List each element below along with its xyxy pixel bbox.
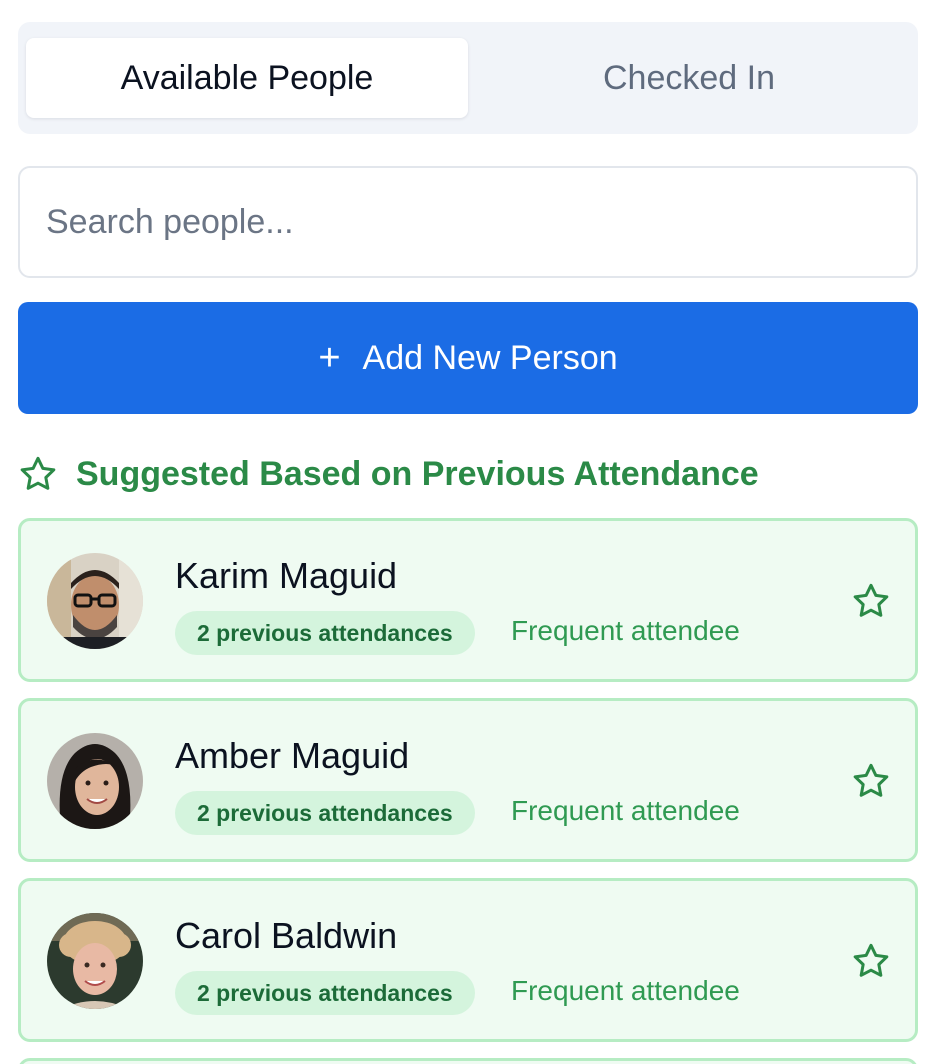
suggested-title: Suggested Based on Previous Attendance [76,454,759,493]
person-card[interactable]: Carol Baldwin 2 previous attendances Fre… [18,878,918,1042]
person-name: Amber Maguid [175,735,410,776]
tab-switcher: Available People Checked In [18,22,918,134]
frequent-attendee-label: Frequent attendee [511,975,740,1006]
suggested-section-heading: Suggested Based on Previous Attendance [18,452,759,496]
person-name: Karim Maguid [175,555,398,596]
attendance-badge: 2 previous attendances [175,791,475,835]
star-outline-icon [20,456,56,490]
tab-available-people[interactable]: Available People [26,38,468,118]
attendance-badge: 2 previous attendances [175,611,475,655]
avatar [47,553,143,649]
favorite-star-icon[interactable] [849,939,893,983]
plus-icon: + [318,337,341,379]
person-card-partial[interactable] [18,1058,918,1064]
add-new-person-button[interactable]: + Add New Person [18,302,918,414]
favorite-star-icon[interactable] [849,579,893,623]
tab-checked-in[interactable]: Checked In [468,38,910,118]
favorite-star-icon[interactable] [849,759,893,803]
frequent-attendee-label: Frequent attendee [511,795,740,826]
check-in-panel: Available People Checked In + Add New Pe… [0,0,942,1064]
add-new-person-label: Add New Person [362,338,618,377]
person-name: Carol Baldwin [175,915,398,956]
person-card[interactable]: Karim Maguid 2 previous attendances Freq… [18,518,918,682]
person-card[interactable]: Amber Maguid 2 previous attendances Freq… [18,698,918,862]
attendance-badge: 2 previous attendances [175,971,475,1015]
avatar [47,913,143,1009]
search-input[interactable] [18,166,918,278]
avatar [47,733,143,829]
frequent-attendee-label: Frequent attendee [511,615,740,646]
